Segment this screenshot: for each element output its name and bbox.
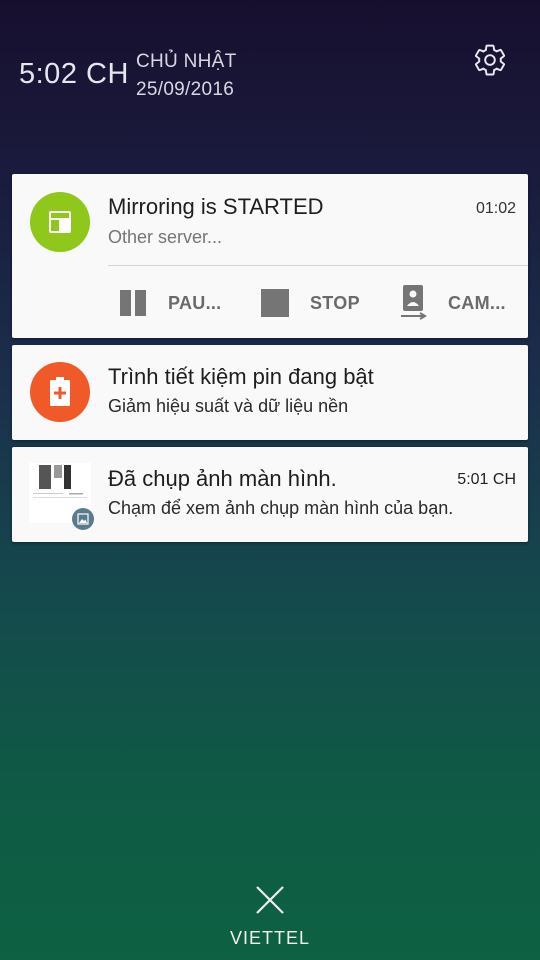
gear-icon [474, 44, 505, 76]
pause-icon [118, 288, 148, 318]
notification-shade-header: 5:02 CH CHỦ NHẬT 25/09/2016 [0, 0, 540, 160]
stop-label: STOP [310, 292, 360, 313]
date-block: CHỦ NHẬT 25/09/2016 [136, 50, 237, 101]
day-name: CHỦ NHẬT [136, 51, 237, 72]
stop-button[interactable]: STOP [260, 286, 360, 320]
notification-title: Mirroring is STARTED [108, 194, 324, 219]
notification-screenshot[interactable]: Đã chụp ảnh màn hình. Chạm để xem ảnh ch… [12, 447, 528, 542]
settings-button[interactable] [470, 40, 510, 80]
camera-label: CAM... [448, 292, 506, 313]
carrier-name: VIETTEL [229, 928, 311, 948]
notification-title: Đã chụp ảnh màn hình. [108, 466, 337, 491]
pause-label: PAU... [168, 292, 222, 313]
clock: 5:02 CH [19, 58, 129, 90]
date: 25/09/2016 [136, 79, 235, 100]
image-icon [72, 508, 94, 530]
notification-mirroring[interactable]: Mirroring is STARTED Other server... 01:… [12, 174, 528, 338]
dismiss-all-button[interactable] [250, 880, 290, 920]
notification-title: Trình tiết kiệm pin đang bật [108, 364, 374, 389]
pause-button[interactable]: PAU... [118, 286, 221, 320]
notification-battery-saver[interactable]: Trình tiết kiệm pin đang bật Giảm hiệu s… [12, 345, 528, 440]
battery-saver-icon [30, 362, 90, 422]
stop-icon [260, 288, 290, 318]
camera-button[interactable]: CAM... [398, 285, 506, 320]
screen-mirror-icon [30, 192, 90, 252]
camera-switch-icon [398, 285, 428, 320]
notification-subtitle: Chạm để xem ảnh chụp màn hình của bạn. [108, 498, 454, 518]
notification-subtitle: Giảm hiệu suất và dữ liệu nền [108, 396, 349, 416]
notification-time: 01:02 [475, 200, 516, 217]
notification-time: 5:01 CH [457, 471, 516, 488]
notification-subtitle: Other server... [108, 227, 223, 247]
close-icon [256, 886, 284, 914]
divider [108, 265, 528, 266]
